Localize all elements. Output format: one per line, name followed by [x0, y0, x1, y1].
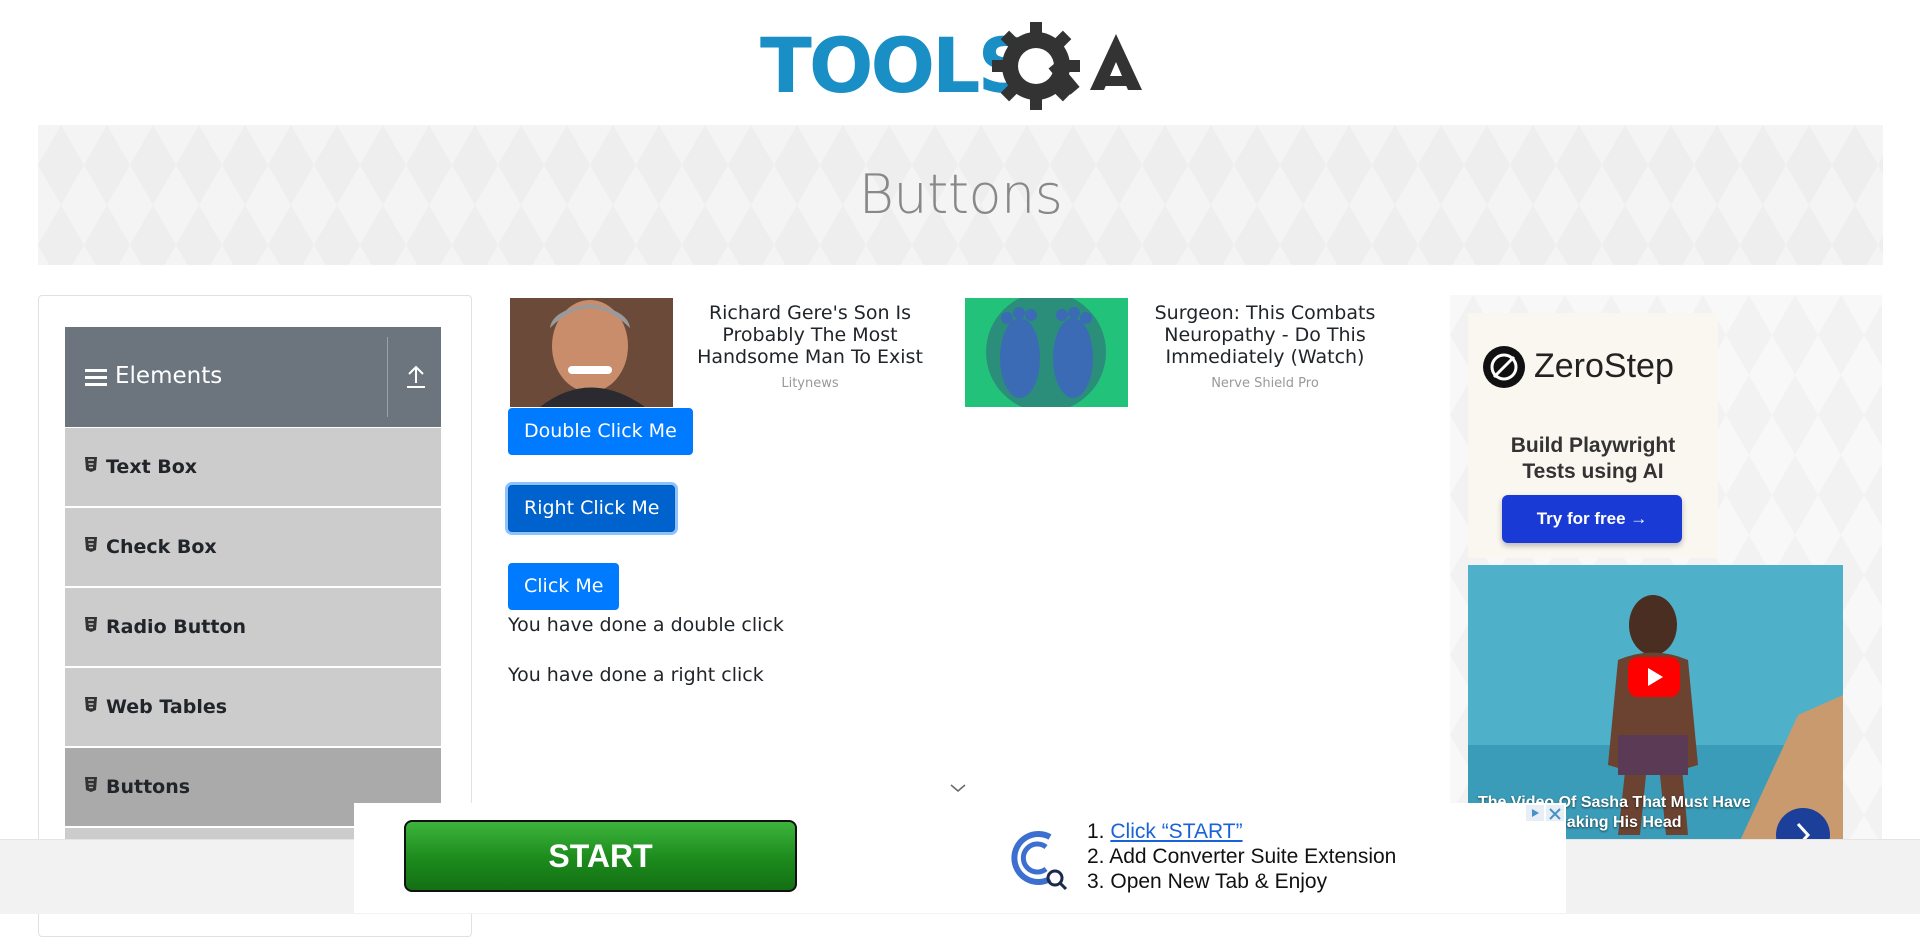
menu-icon — [85, 369, 107, 387]
double-click-message: You have done a double click — [508, 614, 784, 636]
html5-icon — [85, 537, 97, 552]
step-2-text: Add Converter Suite Extension — [1109, 845, 1397, 868]
page-title: Buttons — [858, 163, 1063, 226]
logo-wordmark: TOOLS — [760, 21, 1029, 110]
html5-icon — [85, 697, 97, 712]
zerostep-logo-icon — [1483, 346, 1525, 388]
sidebar-item-label: Radio Button — [106, 616, 246, 638]
zerostep-tagline-line1: Build Playwright — [1510, 434, 1676, 457]
sidebar-item-radio-button[interactable]: Radio Button — [65, 588, 441, 668]
page-banner: Buttons — [38, 125, 1883, 265]
step-3: 3. Open New Tab & Enjoy — [1087, 870, 1328, 893]
zerostep-ad[interactable]: ZeroStep Build Playwright Tests using AI… — [1468, 313, 1718, 558]
ad-headline[interactable]: Surgeon: This Combats Neuropathy - Do Th… — [1140, 302, 1390, 368]
group-title: Elements — [115, 363, 223, 389]
sidebar-item-label: Web Tables — [106, 696, 228, 718]
group-header-elements[interactable]: Elements — [65, 327, 441, 427]
install-steps: 1. Click “START” 2. Add Converter Suite … — [1087, 819, 1396, 894]
sidebar-item-text-box[interactable]: Text Box — [65, 428, 441, 508]
converter-logo-icon — [1011, 831, 1068, 891]
right-click-message: You have done a right click — [508, 664, 764, 686]
step-2: 2. Add Converter Suite Extension — [1087, 845, 1397, 868]
zerostep-tagline-line2: Tests using AI — [1522, 460, 1664, 483]
ad-headline[interactable]: Richard Gere's Son Is Probably The Most … — [685, 302, 935, 368]
html5-icon — [85, 457, 97, 472]
zerostep-tagline: Build Playwright Tests using AI — [1468, 433, 1718, 485]
double-click-button[interactable]: Double Click Me — [508, 408, 693, 455]
ad-photo — [510, 298, 673, 407]
collapse-icon[interactable] — [405, 365, 427, 389]
ad-card-nerve-shield[interactable]: Surgeon: This Combats Neuropathy - Do Th… — [965, 298, 1405, 408]
start-button[interactable]: START — [404, 820, 797, 892]
step-1: 1. Click “START” — [1087, 820, 1243, 843]
html5-icon — [85, 777, 97, 792]
toolsqa-logo[interactable]: TOOLS — [760, 20, 1165, 112]
ad-photo — [965, 298, 1128, 407]
right-ad-column: ZeroStep Build Playwright Tests using AI… — [1450, 295, 1882, 845]
ad-card-litynews[interactable]: Richard Gere's Son Is Probably The Most … — [510, 298, 950, 408]
click-me-button[interactable]: Click Me — [508, 563, 620, 610]
right-click-button[interactable]: Right Click Me — [508, 485, 676, 532]
sidebar-item-label: Check Box — [106, 536, 217, 558]
gear-icon — [992, 22, 1080, 110]
header-divider — [387, 337, 388, 417]
ad-source: Nerve Shield Pro — [1211, 376, 1319, 391]
play-icon[interactable] — [1628, 657, 1680, 697]
chevron-down-icon[interactable] — [949, 782, 967, 794]
try-for-free-button[interactable]: Try for free → — [1502, 495, 1682, 543]
step-3-text: Open New Tab & Enjoy — [1110, 870, 1328, 893]
zerostep-brand: ZeroStep — [1534, 347, 1674, 385]
step-1-link[interactable]: Click “START” — [1110, 820, 1242, 843]
sidebar-item-check-box[interactable]: Check Box — [65, 508, 441, 588]
bottom-ad-banner[interactable]: START 1. Click “START” 2. Add Converter … — [354, 803, 1566, 913]
sidebar-item-web-tables[interactable]: Web Tables — [65, 668, 441, 748]
ad-choices-icon[interactable] — [1526, 803, 1566, 823]
html5-icon — [85, 617, 97, 632]
sidebar-item-label: Text Box — [106, 456, 198, 478]
sidebar-item-label: Buttons — [106, 776, 191, 798]
ad-source: Litynews — [781, 376, 839, 391]
